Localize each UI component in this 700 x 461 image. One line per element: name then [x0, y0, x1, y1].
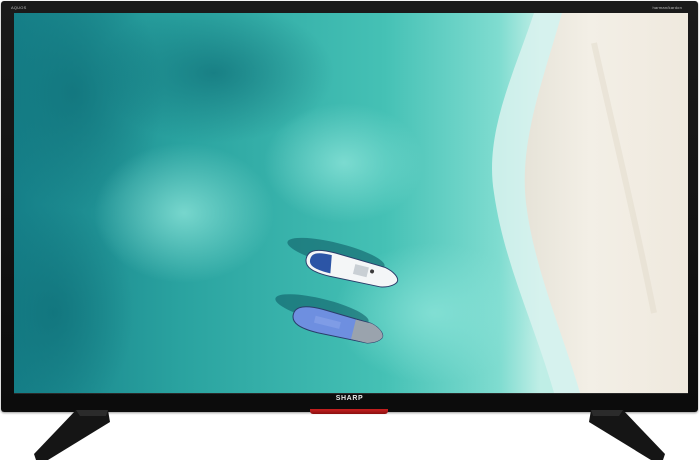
tv-bezel: AQUOS harman/kardon SHARP [1, 1, 698, 412]
audio-brand-label: harman/kardon [652, 5, 682, 10]
product-image: AQUOS harman/kardon SHARP [0, 0, 700, 461]
right-stand-foot [589, 410, 665, 460]
bezel-divider [14, 393, 688, 394]
left-stand-foot [34, 410, 110, 460]
screen-photo [14, 13, 688, 393]
tv-screen [14, 13, 688, 393]
power-indicator-strip [310, 409, 388, 414]
series-label: AQUOS [11, 5, 27, 10]
brand-logo: SHARP [335, 395, 364, 402]
